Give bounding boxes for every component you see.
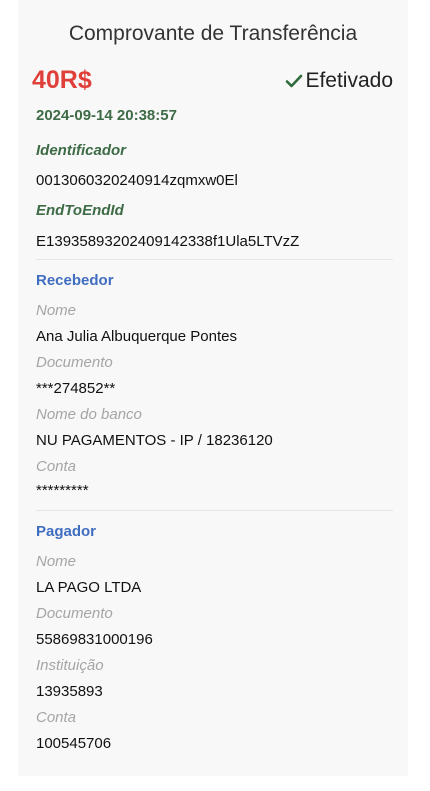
recebedor-documento-value: ***274852** bbox=[36, 380, 116, 397]
pagador-documento-label: Documento bbox=[36, 605, 113, 622]
pagador-instituicao-label: Instituição bbox=[36, 657, 104, 674]
recebedor-conta-value: ********* bbox=[36, 482, 89, 499]
pagador-nome-label: Nome bbox=[36, 553, 77, 570]
recebedor-nome-value: Ana Julia Albuquerque Pontes bbox=[36, 328, 237, 345]
endtoend-label: EndToEndId bbox=[36, 202, 124, 219]
pagador-conta-value: 100545706 bbox=[36, 735, 112, 752]
transfer-amount: 40R$ bbox=[32, 66, 92, 94]
check-icon bbox=[286, 74, 303, 88]
recebedor-banco-label: Nome do banco bbox=[36, 406, 142, 423]
recebedor-conta-label: Conta bbox=[36, 458, 77, 475]
pagador-documento-value: 55869831000196 bbox=[36, 631, 153, 648]
recebedor-documento-label: Documento bbox=[36, 354, 113, 371]
recebedor-banco-value: NU PAGAMENTOS - IP / 18236120 bbox=[36, 432, 273, 449]
section-divider bbox=[36, 510, 393, 511]
identificador-value: 0013060320240914zqmxw0El bbox=[36, 172, 238, 189]
receipt-card: Comprovante de Transferência 40R$ Efetiv… bbox=[18, 0, 408, 776]
status-badge: Efetivado bbox=[285, 69, 393, 93]
pagador-nome-value: LA PAGO LTDA bbox=[36, 579, 142, 596]
endtoend-value: E13935893202409142338f1Ula5LTVzZ bbox=[36, 233, 300, 250]
section-divider bbox=[36, 259, 393, 260]
pagador-section-title: Pagador bbox=[36, 523, 97, 540]
transfer-datetime: 2024-09-14 20:38:57 bbox=[36, 107, 177, 124]
receipt-title: Comprovante de Transferência bbox=[68, 22, 358, 45]
status-label: Efetivado bbox=[305, 69, 393, 92]
pagador-instituicao-value: 13935893 bbox=[36, 683, 103, 700]
identificador-label: Identificador bbox=[36, 142, 127, 159]
recebedor-section-title: Recebedor bbox=[36, 272, 114, 289]
pagador-conta-label: Conta bbox=[36, 709, 77, 726]
recebedor-nome-label: Nome bbox=[36, 302, 77, 319]
